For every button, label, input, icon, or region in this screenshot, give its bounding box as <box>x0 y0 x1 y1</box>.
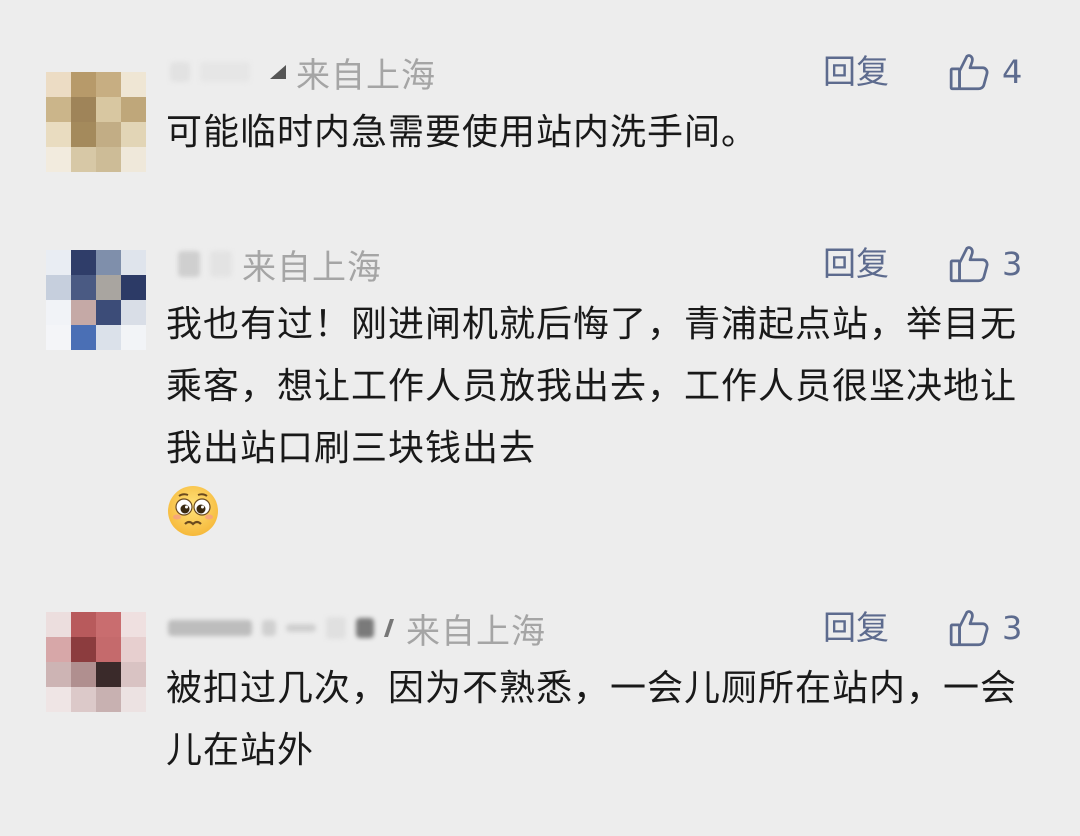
like-button[interactable]: 3 <box>948 598 1022 658</box>
username-redacted[interactable] <box>262 620 276 636</box>
avatar-pixel <box>46 687 71 712</box>
username-redacted[interactable] <box>286 624 316 632</box>
reply-button[interactable]: 回复 <box>823 598 889 658</box>
thumbs-up-icon <box>949 610 989 647</box>
avatar-pixel <box>71 637 96 662</box>
avatar-pixel <box>121 662 146 687</box>
avatar-pixel <box>71 687 96 712</box>
username-tail-mark <box>384 619 394 637</box>
avatar-pixel <box>121 687 146 712</box>
comment-item: 来自上海 回复 3 被扣过几次，因为不熟悉，一会儿厕所在站内，一会儿在站外 <box>0 0 1080 836</box>
avatar-pixel <box>96 637 121 662</box>
avatar-pixel <box>46 662 71 687</box>
username-redacted[interactable] <box>326 617 346 639</box>
avatar-pixel <box>71 662 96 687</box>
avatar-pixel <box>46 612 71 637</box>
avatar[interactable] <box>46 612 146 712</box>
avatar-pixel <box>121 637 146 662</box>
avatar-pixel <box>96 612 121 637</box>
username-redacted[interactable] <box>356 618 374 638</box>
comment-location: 来自上海 <box>406 611 546 652</box>
avatar-pixel <box>96 687 121 712</box>
avatar-pixel <box>71 612 96 637</box>
like-count: 3 <box>1002 609 1023 647</box>
avatar-pixel <box>46 637 71 662</box>
comment-header: 来自上海 <box>168 598 546 658</box>
username-redacted[interactable] <box>168 620 252 636</box>
avatar-pixel <box>121 612 146 637</box>
comment-text: 被扣过几次，因为不熟悉，一会儿厕所在站内，一会儿在站外 <box>166 668 1018 771</box>
avatar-pixel <box>96 662 121 687</box>
